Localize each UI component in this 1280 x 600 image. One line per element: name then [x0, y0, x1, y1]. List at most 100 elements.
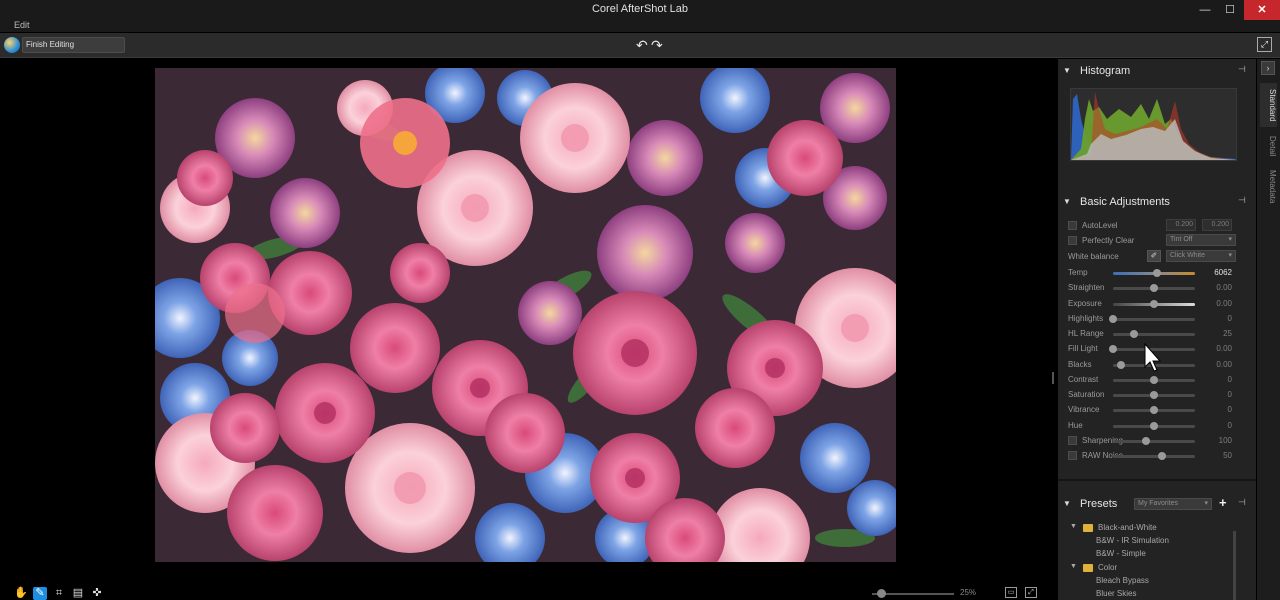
brush-tool-icon[interactable]: ✎ [33, 587, 47, 600]
eyedropper-icon[interactable]: ✐ [1147, 250, 1161, 262]
tab-standard[interactable]: Standard [1260, 83, 1277, 127]
sharpening-checkbox[interactable] [1068, 435, 1077, 445]
contrast-label: Contrast [1068, 374, 1099, 384]
menu-bar: Edit [0, 20, 1280, 32]
fit-window-icon[interactable]: ▭ [1005, 587, 1017, 598]
collapse-triangle-icon[interactable]: ▼ [1063, 66, 1071, 75]
zoom-level: 25% [960, 588, 977, 597]
basic-adjustments-title: Basic Adjustments [1080, 196, 1170, 208]
temp-slider-handle[interactable] [1152, 269, 1161, 277]
white-balance-value: Click White [1170, 252, 1206, 259]
zoom-slider-handle[interactable] [876, 589, 886, 598]
sharpening-value[interactable]: 100 [1206, 436, 1232, 445]
bottom-toolbar: ✋ ✎ ⌗ ▤ ✜ 25% ▭ ⤢ [0, 585, 1055, 600]
hue-label: Hue [1068, 420, 1083, 430]
vibrance-label: Vibrance [1068, 405, 1100, 415]
highlights-slider-handle[interactable] [1109, 314, 1117, 323]
hue-slider-handle[interactable] [1150, 421, 1158, 430]
highlights-value[interactable]: 0 [1206, 314, 1232, 323]
highlights-slider-track[interactable] [1113, 317, 1195, 321]
undo-icon[interactable]: ↶ [636, 37, 650, 53]
collapse-triangle-icon[interactable]: ▼ [1063, 499, 1071, 508]
straighten-value[interactable]: 0.00 [1206, 283, 1232, 292]
presets-dropdown[interactable]: My Favorites ▾ [1134, 498, 1212, 510]
preset-folder-color[interactable]: Color [1098, 563, 1117, 572]
perfectly-clear-checkbox[interactable] [1068, 236, 1077, 245]
autolevel-low-input[interactable]: 0.200 [1166, 219, 1196, 231]
image-canvas[interactable] [0, 59, 1055, 600]
pin-icon[interactable]: ⊣ [1238, 64, 1246, 75]
raw-noise-checkbox[interactable] [1068, 451, 1077, 460]
preset-folder-black-and-white[interactable]: Black-and-White [1098, 523, 1157, 532]
panel-splitter[interactable] [1052, 372, 1054, 384]
basic-adjustments-header[interactable]: ▼ Basic Adjustments ⊣ [1058, 190, 1256, 214]
presets-header[interactable]: ▼ Presets My Favorites ▾ + ⊣ [1058, 492, 1256, 516]
straighten-slider-handle[interactable] [1150, 284, 1158, 293]
tab-detail[interactable]: Detail [1260, 131, 1277, 161]
crop-tool-icon[interactable]: ⌗ [52, 587, 66, 600]
panel-divider [1058, 479, 1256, 481]
pin-icon[interactable]: ⊣ [1238, 497, 1246, 508]
autolevel-checkbox[interactable] [1068, 221, 1077, 230]
white-balance-dropdown[interactable]: Click White ▾ [1166, 250, 1236, 262]
saturation-value[interactable]: 0 [1206, 390, 1232, 399]
presets-scrollbar[interactable] [1233, 531, 1236, 600]
actual-size-icon[interactable]: ⤢ [1025, 587, 1037, 598]
sharpening-slider-track[interactable] [1113, 439, 1195, 443]
raw-noise-slider-track[interactable] [1113, 455, 1195, 458]
expand-triangle-icon[interactable]: ▼ [1070, 563, 1077, 570]
exposure-slider-handle[interactable] [1150, 299, 1158, 308]
finish-editing-button[interactable]: Finish Editing [22, 37, 125, 53]
menu-edit[interactable]: Edit [14, 20, 30, 30]
hue-value[interactable]: 0 [1206, 421, 1232, 430]
tint-dropdown-value: Tint Off [1170, 236, 1193, 243]
hl-range-slider-track[interactable] [1113, 333, 1195, 336]
maximize-button[interactable]: ☐ [1215, 0, 1245, 20]
sharpening-slider-handle[interactable] [1141, 436, 1150, 445]
fullscreen-icon[interactable]: ⤢ [1257, 37, 1272, 52]
exposure-value[interactable]: 0.00 [1206, 299, 1232, 308]
raw-noise-value[interactable]: 50 [1206, 451, 1232, 460]
hand-tool-icon[interactable]: ✋ [14, 587, 28, 600]
add-preset-icon[interactable]: + [1219, 495, 1227, 510]
redo-icon[interactable]: ↷ [651, 37, 665, 53]
saturation-slider-handle[interactable] [1150, 391, 1158, 399]
raw-noise-slider-handle[interactable] [1158, 452, 1167, 460]
fill-light-value[interactable]: 0.00 [1206, 344, 1232, 353]
temp-value[interactable]: 6062 [1206, 268, 1232, 277]
layers-tool-icon[interactable]: ▤ [71, 587, 85, 600]
saturation-row: Saturation 0 [1068, 388, 1248, 402]
hl-range-value[interactable]: 25 [1206, 329, 1232, 338]
raw-noise-row: RAW Noise 50 [1068, 449, 1248, 463]
heal-tool-icon[interactable]: ✜ [90, 587, 104, 600]
histogram-chart [1070, 88, 1237, 161]
collapse-triangle-icon[interactable]: ▼ [1063, 197, 1071, 206]
blacks-value[interactable]: 0.00 [1206, 360, 1232, 369]
tint-dropdown[interactable]: Tint Off ▾ [1166, 234, 1236, 246]
pin-icon[interactable]: ⊣ [1238, 195, 1246, 206]
mouse-cursor-icon [1144, 343, 1162, 372]
vibrance-value[interactable]: 0 [1206, 405, 1232, 414]
contrast-slider-handle[interactable] [1150, 375, 1158, 384]
preset-item[interactable]: B&W - IR Simulation [1096, 536, 1169, 545]
tab-metadata[interactable]: Metadata [1260, 165, 1277, 209]
straighten-row: Straighten 0.00 [1068, 281, 1248, 295]
expand-triangle-icon[interactable]: ▼ [1070, 523, 1077, 530]
temp-row: Temp 6062 [1068, 266, 1248, 280]
histogram-header[interactable]: ▼ Histogram ⊣ [1058, 59, 1256, 83]
preset-item[interactable]: Bleach Bypass [1096, 576, 1149, 585]
preset-item[interactable]: Bluer Skies [1096, 589, 1136, 598]
vibrance-slider-handle[interactable] [1150, 406, 1158, 415]
hl-range-row: HL Range 25 [1068, 327, 1248, 341]
blacks-slider-handle[interactable] [1117, 360, 1126, 369]
exposure-label: Exposure [1068, 298, 1102, 308]
autolevel-high-input[interactable]: 0.200 [1202, 219, 1232, 231]
top-toolbar: Finish Editing ↶ ↷ ⤢ [0, 33, 1280, 58]
close-button[interactable]: ✕ [1244, 0, 1280, 20]
contrast-value[interactable]: 0 [1206, 375, 1232, 384]
hl-range-slider-handle[interactable] [1129, 330, 1138, 338]
preset-item[interactable]: B&W - Simple [1096, 549, 1146, 558]
fill-light-slider-handle[interactable] [1109, 345, 1117, 354]
adjustments-panel: ▼ Histogram ⊣ ▼ Basic Adjustments ⊣ Auto… [1058, 59, 1256, 600]
collapse-panel-icon[interactable]: › [1261, 61, 1275, 75]
